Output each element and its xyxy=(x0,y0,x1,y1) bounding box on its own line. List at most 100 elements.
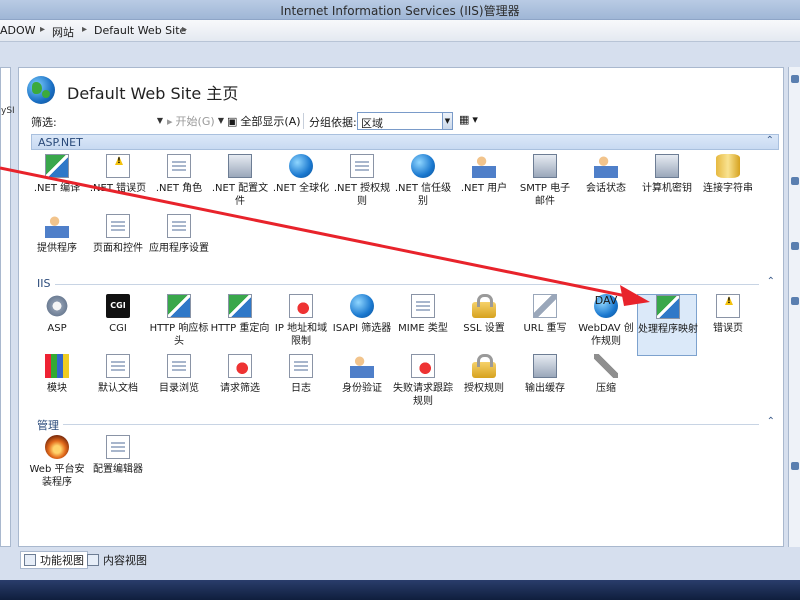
collapse-icon[interactable]: ⌃ xyxy=(766,135,774,146)
breadcrumb-separator[interactable]: ▸ xyxy=(82,24,87,35)
actions-marker xyxy=(791,75,799,83)
feature-label: 错误页 xyxy=(713,323,743,334)
output-cache-icon xyxy=(533,354,557,378)
feature-label: .NET 用户 xyxy=(460,183,508,194)
group-title: IIS xyxy=(37,277,51,290)
feature-tile[interactable]: .NET 错误页 xyxy=(88,154,148,216)
show-all-icon: ▣ xyxy=(227,114,238,128)
feature-tile[interactable]: 配置编辑器 xyxy=(88,435,148,497)
users-icon xyxy=(472,154,496,178)
feature-label: ISAPI 筛选器 xyxy=(332,323,392,334)
feature-tile[interactable]: .NET 信任级别 xyxy=(393,154,453,216)
feature-tile[interactable]: 处理程序映射 xyxy=(637,294,698,356)
feature-tile[interactable]: MIME 类型 xyxy=(393,294,453,356)
feature-tile[interactable]: .NET 授权规则 xyxy=(332,154,392,216)
failed-request-icon xyxy=(411,354,435,378)
group-by-select[interactable]: 区域 ▼ xyxy=(357,112,453,130)
connections-pane[interactable]: ySI xyxy=(0,67,15,547)
error-page-icon xyxy=(106,154,130,178)
filter-input[interactable] xyxy=(27,112,165,129)
filter-dropdown-icon[interactable]: ▼ xyxy=(154,112,166,129)
feature-tile[interactable]: 身份验证 xyxy=(332,354,392,416)
feature-tile[interactable]: .NET 编译 xyxy=(27,154,87,216)
group-by-label: 分组依据: xyxy=(309,116,357,129)
feature-tile[interactable]: SSL 设置 xyxy=(454,294,514,356)
feature-tile[interactable]: 提供程序 xyxy=(27,214,87,276)
content-view-icon xyxy=(87,554,99,566)
feature-tile[interactable]: .NET 配置文件 xyxy=(210,154,270,216)
breadcrumb-separator[interactable]: ▸ xyxy=(40,24,45,35)
view-grid-icon: ▦ xyxy=(459,113,470,126)
feature-tile[interactable]: .NET 用户 xyxy=(454,154,514,216)
feature-tile[interactable]: ASP xyxy=(27,294,87,356)
group-divider xyxy=(55,284,759,285)
feature-tile[interactable]: HTTP 重定向 xyxy=(210,294,270,356)
start-dropdown-icon[interactable]: ▼ xyxy=(215,112,227,129)
tab-content-view[interactable]: 内容视图 xyxy=(84,551,150,569)
feature-tile[interactable]: 计算机密钥 xyxy=(637,154,697,216)
tab-features-view[interactable]: 功能视图 xyxy=(20,551,88,569)
modules-icon xyxy=(45,354,69,378)
ip-restrict-icon xyxy=(289,294,313,318)
group-header-management[interactable]: 管理 ⌃ xyxy=(31,416,779,432)
actions-marker xyxy=(791,297,799,305)
feature-tile[interactable]: 错误页 xyxy=(698,294,758,356)
feature-tile[interactable]: 应用程序设置 xyxy=(149,214,209,276)
feature-tile[interactable]: CGI CGI xyxy=(88,294,148,356)
feature-tile[interactable]: 页面和控件 xyxy=(88,214,148,276)
feature-tile[interactable]: 压缩 xyxy=(576,354,636,416)
feature-tile[interactable]: 会话状态 xyxy=(576,154,636,216)
feature-label: Web 平台安装程序 xyxy=(29,464,85,488)
feature-tile[interactable]: DAV WebDAV 创作规则 xyxy=(576,294,636,356)
connections-tree-fragment[interactable]: ySI xyxy=(1,106,15,116)
feature-tile[interactable]: 日志 xyxy=(271,354,331,416)
app-settings-icon xyxy=(167,214,191,238)
mime-icon xyxy=(411,294,435,318)
collapse-icon[interactable]: ⌃ xyxy=(767,416,775,427)
feature-tile[interactable]: .NET 角色 xyxy=(149,154,209,216)
error-pages-icon xyxy=(716,294,740,318)
pages-controls-icon xyxy=(106,214,130,238)
address-bar: ADOW ▸ 网站 ▸ Default Web Site ▸ xyxy=(0,20,800,42)
breadcrumb-site[interactable]: Default Web Site xyxy=(94,24,186,37)
chevron-down-icon[interactable]: ▼ xyxy=(442,113,452,129)
feature-tile[interactable]: 授权规则 xyxy=(454,354,514,416)
feature-tile[interactable]: .NET 全球化 xyxy=(271,154,331,216)
breadcrumb-server[interactable]: ADOW xyxy=(0,24,36,37)
actions-pane[interactable] xyxy=(788,67,800,547)
feature-tile[interactable]: SMTP 电子邮件 xyxy=(515,154,575,216)
collapse-icon[interactable]: ⌃ xyxy=(767,276,775,287)
start-filter-button[interactable]: ▸ 开始(G) xyxy=(167,113,215,129)
roles-icon xyxy=(167,154,191,178)
group-header-aspnet[interactable]: ASP.NET ⌃ xyxy=(31,134,779,150)
feature-tile[interactable]: 模块 xyxy=(27,354,87,416)
feature-tile[interactable]: ISAPI 筛选器 xyxy=(332,294,392,356)
feature-tile[interactable]: Web 平台安装程序 xyxy=(27,435,87,497)
feature-tile[interactable]: 失败请求跟踪规则 xyxy=(393,354,453,416)
asp-icon xyxy=(45,294,69,318)
authorization-icon xyxy=(472,354,496,378)
feature-label: MIME 类型 xyxy=(398,323,448,334)
group-title: 管理 xyxy=(37,419,59,432)
email-icon xyxy=(533,154,557,178)
feature-tile[interactable]: 目录浏览 xyxy=(149,354,209,416)
breadcrumb-separator[interactable]: ▸ xyxy=(182,24,187,35)
feature-tile[interactable]: 连接字符串 xyxy=(698,154,758,216)
feature-tile[interactable]: IP 地址和域限制 xyxy=(271,294,331,356)
feature-label: SMTP 电子邮件 xyxy=(519,183,571,207)
feature-tile[interactable]: 默认文档 xyxy=(88,354,148,416)
breadcrumb-sites[interactable]: 网站 xyxy=(52,24,74,40)
view-mode-button[interactable]: ▦ ▾ xyxy=(459,113,478,126)
session-icon xyxy=(594,154,618,178)
feature-tile[interactable]: 请求筛选 xyxy=(210,354,270,416)
show-all-button[interactable]: ▣ 全部显示(A) xyxy=(227,113,301,129)
feature-label: SSL 设置 xyxy=(463,323,505,334)
group-header-iis[interactable]: IIS ⌃ xyxy=(31,276,779,292)
logging-icon xyxy=(289,354,313,378)
filter-toolbar: 筛选: ▼ ▸ 开始(G) ▼ ▣ 全部显示(A) 分组依据: 区域 ▼ ▦ ▾ xyxy=(27,110,777,132)
feature-tile[interactable]: 输出缓存 xyxy=(515,354,575,416)
feature-tile[interactable]: HTTP 响应标头 xyxy=(149,294,209,356)
feature-tile[interactable]: URL 重写 xyxy=(515,294,575,356)
actions-marker xyxy=(791,242,799,250)
default-doc-icon xyxy=(106,354,130,378)
